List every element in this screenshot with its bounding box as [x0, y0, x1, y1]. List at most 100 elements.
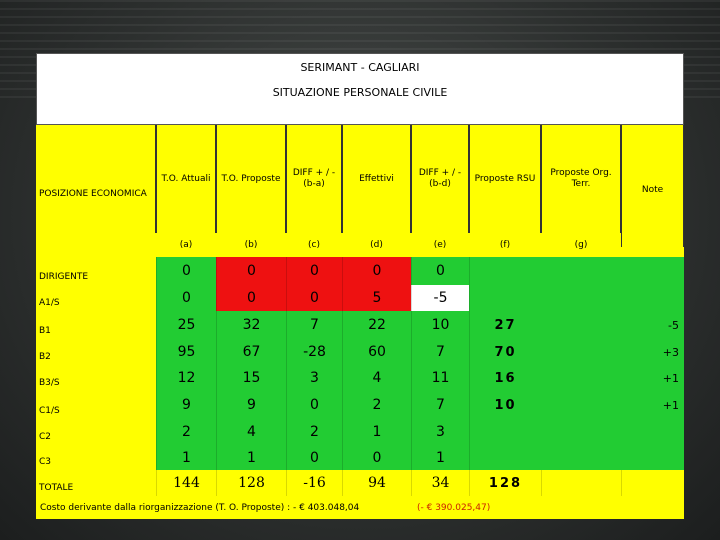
cell-a: 12: [156, 365, 216, 391]
cell-c: 0: [286, 391, 342, 419]
page-title: SERIMANT - CAGLIARI: [300, 61, 420, 74]
cell-g: [541, 339, 621, 365]
cell-f: 16: [469, 365, 541, 391]
row-label: C1/S: [39, 406, 60, 416]
header-letter-to-proposte: (b): [244, 239, 258, 250]
cell-b: 67: [216, 339, 286, 365]
cost-text: Costo derivante dalla riorganizzazione (…: [40, 503, 360, 513]
slide: SERIMANT - CAGLIARI SITUAZIONE PERSONALE…: [36, 53, 684, 519]
cell-f: 128: [469, 470, 541, 496]
cell-note: -5: [621, 311, 684, 339]
row-label: B2: [39, 352, 51, 362]
cell-note: [621, 445, 684, 470]
cell-d: 94: [342, 470, 411, 496]
cell-c: -16: [286, 470, 342, 496]
header-note: Note: [621, 125, 684, 247]
cell-g: [541, 445, 621, 470]
cell-d: 60: [342, 339, 411, 365]
header-diff-bd: DIFF + / - (b-d): [411, 125, 469, 233]
cell-c: 3: [286, 365, 342, 391]
cell-e: 7: [411, 391, 469, 419]
header-letter-proposte-rsu: (f): [499, 239, 511, 250]
cell-a: 95: [156, 339, 216, 365]
cell-b: 1: [216, 445, 286, 470]
cell-c: 0: [286, 257, 342, 285]
row-label: DIRIGENTE: [39, 272, 89, 282]
cell-b: 32: [216, 311, 286, 339]
cell-b: 0: [216, 257, 286, 285]
header-diff-ba: DIFF + / - (b-a): [286, 125, 342, 233]
cell-c: 2: [286, 419, 342, 445]
cell-c: 0: [286, 445, 342, 470]
cell-g: [541, 365, 621, 391]
row-label: B1: [39, 326, 51, 336]
cell-d: 5: [342, 285, 411, 311]
cell-e: 7: [411, 339, 469, 365]
cell-b: 15: [216, 365, 286, 391]
row-label: C3: [39, 457, 52, 467]
cell-f: [469, 285, 541, 311]
title-box: SERIMANT - CAGLIARI SITUAZIONE PERSONALE…: [36, 53, 684, 125]
cell-g: [541, 311, 621, 339]
cell-a: 144: [156, 470, 216, 496]
cell-e: 34: [411, 470, 469, 496]
cell-d: 22: [342, 311, 411, 339]
cell-b: 128: [216, 470, 286, 496]
cell-d: 1: [342, 419, 411, 445]
header-letter-proposte-org: (g): [574, 239, 588, 250]
cell-note: [621, 470, 684, 496]
cell-a: 1: [156, 445, 216, 470]
cell-a: 9: [156, 391, 216, 419]
cell-note: +1: [621, 391, 684, 419]
cell-b: 4: [216, 419, 286, 445]
cell-e: 3: [411, 419, 469, 445]
cell-c: 0: [286, 285, 342, 311]
cell-e: 10: [411, 311, 469, 339]
cost-alt: (- € 390.025,47): [417, 503, 491, 513]
header-to-attuali: T.O. Attuali: [156, 125, 216, 233]
cell-c: -28: [286, 339, 342, 365]
cell-d: 0: [342, 257, 411, 285]
cell-a: 0: [156, 257, 216, 285]
cell-a: 25: [156, 311, 216, 339]
header-posizione: POSIZIONE ECONOMICA: [36, 125, 156, 233]
cell-g: [541, 470, 621, 496]
header-letter-diff-bd: (e): [433, 239, 447, 250]
cell-f: [469, 257, 541, 285]
cell-b: 0: [216, 285, 286, 311]
cell-f: 27: [469, 311, 541, 339]
cell-g: [541, 391, 621, 419]
cell-e: 1: [411, 445, 469, 470]
cell-note: [621, 285, 684, 311]
cell-d: 2: [342, 391, 411, 419]
staff-table: POSIZIONE ECONOMICA T.O. Attuali (a) T.O. P…: [36, 125, 684, 519]
page-subtitle: SITUAZIONE PERSONALE CIVILE: [272, 86, 448, 99]
row-label: C2: [39, 432, 52, 442]
cell-g: [541, 257, 621, 285]
cell-b: 9: [216, 391, 286, 419]
cell-f: 70: [469, 339, 541, 365]
row-label: A1/S: [39, 298, 60, 308]
cell-e: 11: [411, 365, 469, 391]
cell-c: 7: [286, 311, 342, 339]
cell-e: -5: [411, 285, 469, 311]
row-label: TOTALE: [39, 483, 74, 493]
header-letter-to-attuali: (a): [179, 239, 193, 250]
footer: Costo derivante dalla riorganizzazione (…: [36, 498, 684, 519]
cell-d: 0: [342, 445, 411, 470]
cell-a: 2: [156, 419, 216, 445]
cell-e: 0: [411, 257, 469, 285]
cell-g: [541, 285, 621, 311]
cell-f: [469, 445, 541, 470]
cell-f: [469, 419, 541, 445]
header-proposte-org: Proposte Org. Terr.: [541, 125, 621, 233]
cell-note: +1: [621, 365, 684, 391]
cell-d: 4: [342, 365, 411, 391]
header-to-proposte: T.O. Proposte: [216, 125, 286, 233]
header-letter-diff-ba: (c): [308, 239, 320, 250]
cell-note: [621, 419, 684, 445]
cell-g: [541, 419, 621, 445]
cell-f: 10: [469, 391, 541, 419]
header-proposte-rsu: Proposte RSU: [469, 125, 541, 233]
cell-a: 0: [156, 285, 216, 311]
